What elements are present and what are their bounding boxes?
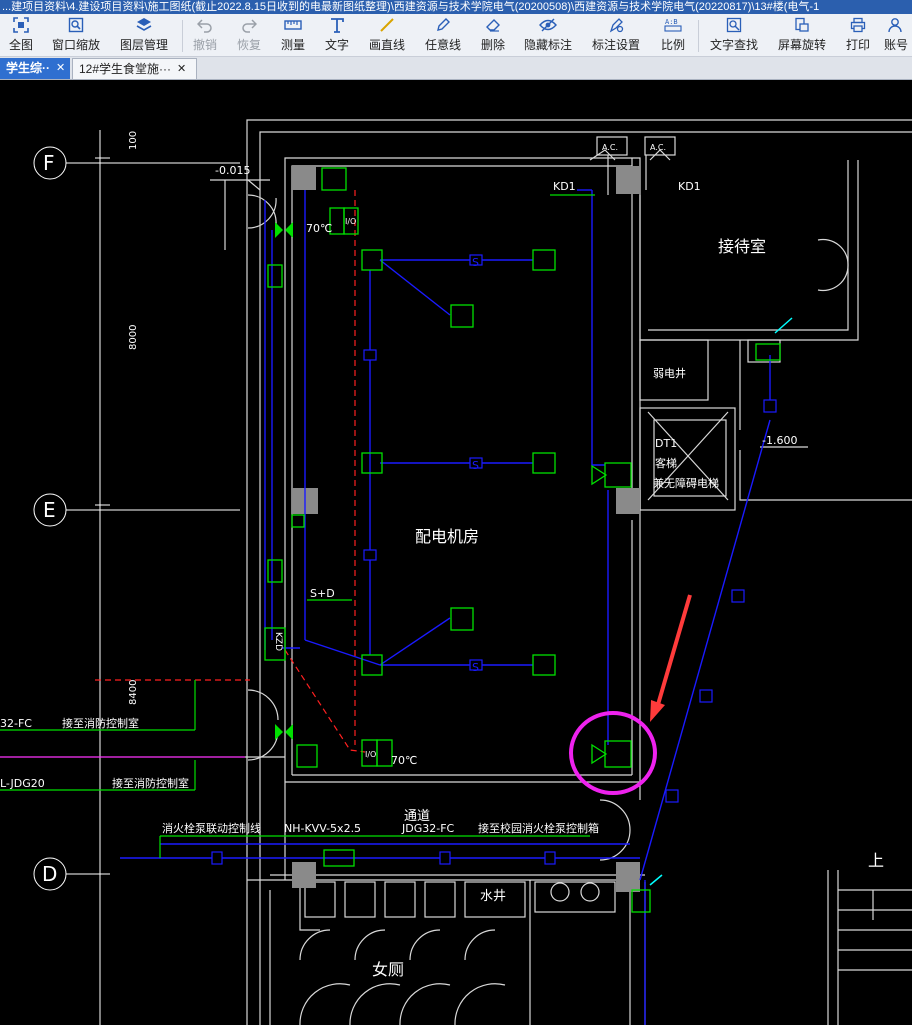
pen-icon [432, 16, 454, 34]
room-label-water-well: 水井 [480, 889, 506, 904]
document-tabs: 学生综·· ✕ 12#学生食堂施··· ✕ [0, 57, 912, 80]
kd1-label: KD1 [678, 180, 701, 193]
undo-button[interactable]: 撤销 [188, 16, 222, 54]
axis-label-e: E [43, 498, 56, 522]
measure-button[interactable]: 测量 [276, 16, 310, 54]
wiring-blue [120, 189, 771, 1025]
annotation-arrow [655, 594, 692, 709]
freeline-button[interactable]: 任意线 [420, 16, 466, 54]
find-text-icon [723, 16, 745, 34]
room-label-womens-wc: 女厕 [372, 960, 404, 979]
drawing-canvas[interactable]: F E D 100 8000 8400 S S S -0.015 -1.600 … [0, 80, 912, 1025]
eye-hidden-icon [537, 16, 559, 34]
annotation-circle [569, 711, 657, 795]
wire-marker-s: S [472, 661, 479, 674]
io-label: I/O [345, 217, 356, 226]
to-fire-control-label: 接至消防控制室 [62, 716, 139, 730]
tab-student-complex[interactable]: 学生综·· ✕ [0, 58, 70, 79]
measure-icon [282, 16, 304, 34]
cad-drawing: F E D 100 8000 8400 S S S -0.015 -1.600 … [0, 119, 912, 1025]
elevator-label: 兼无障碍电梯 [653, 476, 719, 490]
temperature-label: 70℃ [306, 222, 332, 235]
dimension-8000: 8000 [128, 325, 139, 350]
wiring-red [95, 190, 366, 753]
fire-valves [275, 222, 293, 740]
window-zoom-button[interactable]: 窗口缩放 [48, 16, 104, 54]
axis-label-f: F [43, 151, 55, 175]
sd-label: S+D [310, 587, 335, 600]
printer-icon [847, 16, 869, 34]
stair-up-label: 上 [868, 851, 884, 870]
line-icon [376, 16, 398, 34]
level-mark: -1.600 [762, 434, 797, 447]
to-fire-control-label: 接至消防控制室 [112, 776, 189, 790]
dimension-100: 100 [128, 131, 139, 150]
elevator-label: 客梯 [655, 456, 677, 470]
pipe-label: 32-FC [0, 717, 32, 730]
zoom-window-icon [65, 16, 87, 34]
pipe-label: L-JDG20 [0, 777, 45, 790]
to-campus-box-label: 接至校园消火栓泵控制箱 [478, 821, 599, 835]
close-icon[interactable]: ✕ [177, 59, 186, 80]
cable-spec-label: NH-KVV-5x2.5 [284, 822, 361, 835]
fit-all-icon [10, 16, 32, 34]
undo-icon [194, 16, 216, 34]
tab-canteen[interactable]: 12#学生食堂施··· ✕ [72, 58, 197, 79]
close-icon[interactable]: ✕ [56, 58, 65, 79]
room-label-weak-well: 弱电井 [653, 366, 686, 380]
user-icon [884, 16, 906, 34]
temperature-label: 70℃ [391, 754, 417, 767]
redo-button[interactable]: 恢复 [232, 16, 266, 54]
annotation-arrowhead [650, 700, 665, 722]
kd1-label: KD1 [553, 180, 576, 193]
building-walls [210, 119, 912, 1025]
ac-label: A.C. [650, 143, 666, 152]
svg-text:A:B: A:B [665, 18, 678, 26]
text-button[interactable]: 文字 [320, 16, 354, 54]
print-button[interactable]: 打印 [840, 16, 876, 54]
window-title: ...建项目资料\4.建设项目资料\施工图纸(截止2022.8.15日收到的电最… [0, 0, 912, 14]
ac-label: A.C. [602, 143, 618, 152]
annotation-settings-icon [605, 16, 627, 34]
layer-manage-button[interactable]: 图层管理 [116, 16, 172, 54]
wiring-breaks [211, 254, 777, 865]
level-mark: -0.015 [215, 164, 250, 177]
io-label: I/O [365, 750, 376, 759]
delete-button[interactable]: 删除 [476, 16, 510, 54]
room-label-corridor: 通道 [404, 809, 430, 824]
scale-icon: A:B [662, 16, 684, 34]
kzd-label: KZD [273, 632, 283, 651]
find-text-button[interactable]: 文字查找 [706, 16, 762, 54]
eraser-icon [482, 16, 504, 34]
redo-icon [238, 16, 260, 34]
axis-label-d: D [42, 862, 57, 886]
hide-annotation-button[interactable]: 隐藏标注 [520, 16, 576, 54]
text-icon [326, 16, 348, 34]
line-button[interactable]: 画直线 [364, 16, 410, 54]
axis-grid [33, 130, 240, 1025]
elevator-label: DT1 [655, 437, 677, 450]
toolbar: 全图 窗口缩放 图层管理 撤销 恢复 测量 文字 画直线 任意线 删除 隐藏标注 [0, 14, 912, 57]
fit-all-button[interactable]: 全图 [4, 16, 38, 54]
layers-icon [133, 16, 155, 34]
wire-marker-s: S [472, 459, 479, 472]
annotation-settings-button[interactable]: 标注设置 [588, 16, 644, 54]
account-button[interactable]: 账号 [884, 16, 912, 54]
rotate-screen-button[interactable]: 屏幕旋转 [774, 16, 830, 54]
separator [698, 20, 699, 52]
devices [264, 167, 781, 913]
rotate-screen-icon [791, 16, 813, 34]
room-label-distribution: 配电机房 [415, 527, 479, 546]
wire-marker-s: S [472, 256, 479, 269]
room-label-reception: 接待室 [718, 237, 766, 256]
hydrant-control-line-label: 消火栓泵联动控制线 [162, 821, 261, 835]
dimension-8400: 8400 [128, 680, 139, 705]
separator [182, 20, 183, 52]
scale-button[interactable]: A:B 比例 [656, 16, 690, 54]
